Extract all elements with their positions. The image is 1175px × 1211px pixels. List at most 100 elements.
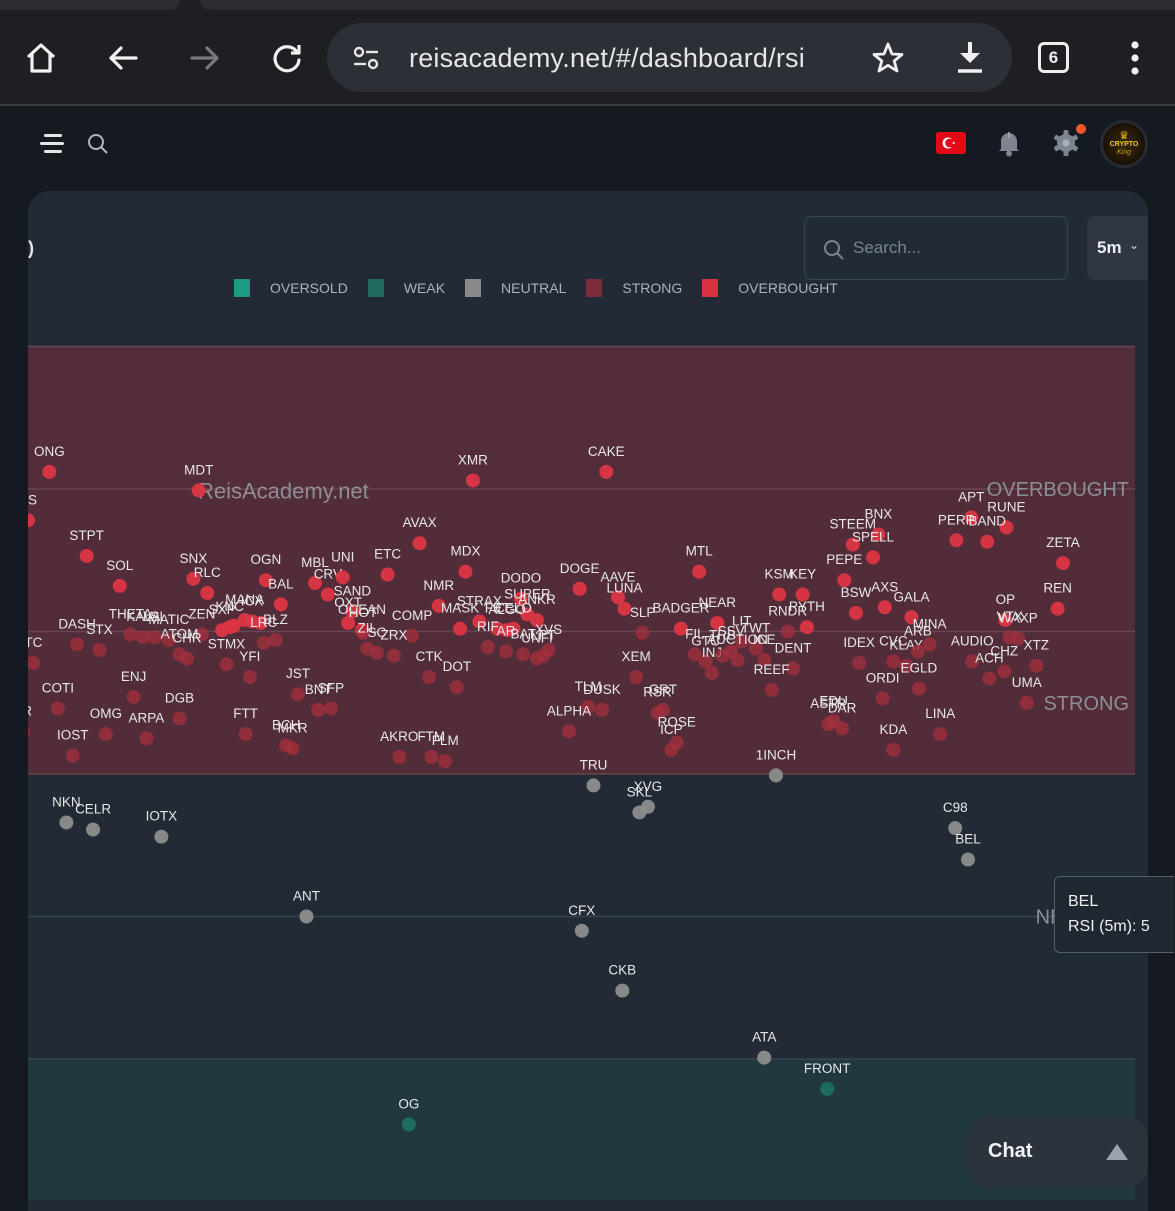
point-label: STX (86, 622, 112, 637)
home-button[interactable] (19, 36, 63, 80)
crown-icon: ♛ (1119, 130, 1129, 142)
point-marker (820, 1081, 835, 1096)
point-label: MDX (450, 544, 480, 559)
back-arrow-icon (109, 46, 138, 70)
point-marker (640, 799, 655, 814)
point-label: AVAX (403, 515, 437, 530)
point-marker (877, 600, 892, 615)
point-marker (98, 727, 113, 742)
point-marker (112, 578, 127, 593)
point-label: BEL (955, 832, 981, 847)
point-label: OG (398, 1097, 419, 1112)
point-marker (311, 702, 326, 717)
point-marker (380, 567, 395, 582)
point-label: ALGO (488, 602, 526, 617)
point-label: MTL (686, 544, 713, 559)
url-text[interactable]: reisacademy.net/#/dashboard/rsi (409, 43, 805, 74)
point-label: LUNA (606, 581, 642, 596)
point-label: NEAR (699, 595, 737, 610)
point-label: NMR (423, 578, 454, 593)
point-label: ICP (660, 722, 683, 737)
back-button[interactable] (101, 36, 145, 80)
point-marker (599, 464, 614, 479)
point-label: BSW (841, 585, 872, 600)
point-marker (238, 727, 253, 742)
point-label: SNX (179, 551, 207, 566)
point-marker (191, 483, 206, 498)
point-label: RIF (477, 619, 499, 634)
point-label: XVG (634, 779, 663, 794)
point-label: ZRX (380, 628, 407, 643)
hamburger-menu-icon[interactable] (40, 134, 66, 156)
point-label: DOGE (560, 561, 600, 576)
chat-button[interactable]: Chat (968, 1117, 1148, 1187)
point-marker (42, 464, 57, 479)
point-marker (299, 909, 314, 924)
point-label: IOTX (146, 809, 178, 824)
bookmark-star-icon[interactable] (871, 41, 905, 75)
point-label: DAR (828, 700, 857, 715)
point-label: DENT (775, 641, 812, 656)
point-marker (799, 620, 814, 635)
address-bar[interactable]: reisacademy.net/#/dashboard/rsi (327, 23, 1012, 92)
point-label: XVS (535, 622, 562, 637)
point-marker (1019, 695, 1034, 710)
point-marker (980, 534, 995, 549)
point-label: DODO (501, 571, 542, 586)
download-icon[interactable] (953, 39, 987, 75)
point-label: SFP (318, 680, 344, 695)
point-marker (401, 1117, 416, 1132)
point-marker (629, 670, 644, 685)
point-label: SOL (106, 558, 134, 573)
point-marker (875, 691, 890, 706)
search-icon[interactable] (86, 132, 110, 156)
forward-arrow-icon (190, 46, 219, 70)
point-label: ICE (753, 632, 776, 647)
point-label: COTI (42, 680, 74, 695)
point-label: ES (28, 492, 37, 507)
point-label: ZETA (1046, 535, 1080, 550)
point-marker (764, 682, 779, 697)
point-label: XEM (622, 649, 651, 664)
tab-count: 6 (1048, 47, 1059, 67)
turkey-flag-icon[interactable] (936, 132, 966, 154)
point-marker (768, 768, 783, 783)
point-marker (50, 701, 65, 716)
point-marker (458, 564, 473, 579)
point-label: RLC (194, 565, 221, 580)
point-label: XMR (458, 452, 488, 467)
site-settings-icon[interactable] (351, 43, 381, 73)
bell-icon[interactable] (994, 128, 1024, 158)
point-label: EGLD (901, 661, 938, 676)
tab-strip (200, 0, 1175, 10)
tab-switcher-button[interactable]: 6 (1038, 42, 1069, 73)
point-label: YFI (239, 649, 260, 664)
reload-button[interactable] (265, 36, 309, 80)
point-marker (635, 625, 650, 640)
point-marker (772, 587, 787, 602)
point-label: APT (958, 490, 984, 505)
point-label: FLM (432, 733, 459, 748)
point-marker (290, 687, 305, 702)
point-label: MKR (278, 720, 308, 735)
more-menu-icon[interactable] (1124, 40, 1146, 76)
browser-toolbar: reisacademy.net/#/dashboard/rsi 6 (0, 0, 1175, 106)
point-label: SPELL (852, 529, 895, 544)
point-marker (386, 648, 401, 663)
point-marker (273, 597, 288, 612)
point-label: LINA (925, 706, 955, 721)
point-marker (424, 749, 439, 764)
point-label: TC (28, 635, 43, 650)
point-label: UNI (331, 549, 354, 564)
point-marker (1050, 601, 1065, 616)
point-label: CHR (172, 631, 201, 646)
point-marker (139, 731, 154, 746)
tooltip-value: RSI (5m): 5 (1068, 918, 1150, 935)
forward-button[interactable] (183, 36, 227, 80)
rsi-scatter-chart[interactable]: OVERBOUGHTSTRONGNEUTRAL ReisAcademy.net … (28, 191, 1148, 1200)
home-icon (26, 43, 56, 73)
point-marker (615, 983, 630, 998)
point-label: ANT (293, 889, 320, 904)
point-marker (215, 623, 230, 638)
avatar[interactable]: ♛ CRYPTO King (1100, 120, 1148, 168)
